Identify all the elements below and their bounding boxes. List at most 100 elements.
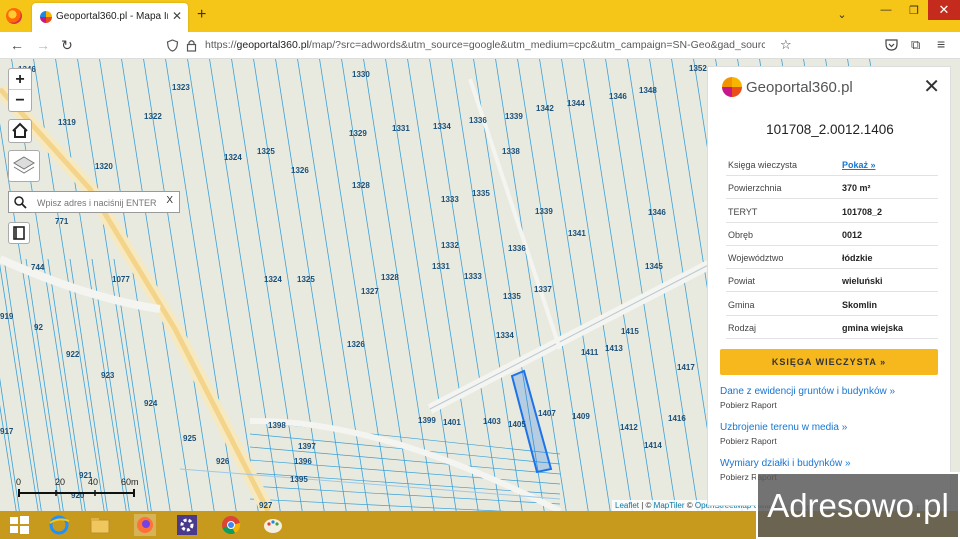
url-path: /map/?src=adwords&utm_source=google&utm_… bbox=[308, 39, 765, 51]
paint-icon[interactable] bbox=[262, 514, 284, 536]
egib-report-sub[interactable]: Pobierz Raport bbox=[720, 400, 777, 410]
parcel-number-label: 1342 bbox=[536, 104, 554, 113]
parcel-number-label: 927 bbox=[259, 501, 273, 510]
home-button[interactable] bbox=[8, 119, 32, 143]
parcel-boundary bbox=[561, 59, 633, 511]
parcel-boundary bbox=[99, 59, 171, 511]
parcel-number-label: 1345 bbox=[645, 262, 663, 271]
shield-icon[interactable] bbox=[166, 39, 179, 52]
utilities-report-sub[interactable]: Pobierz Raport bbox=[720, 436, 777, 446]
firefox-taskbar-icon[interactable] bbox=[134, 514, 156, 536]
maptiler-link[interactable]: MapTiler bbox=[654, 501, 685, 510]
info-row-obreb: Obręb 0012 bbox=[726, 223, 938, 246]
scale-label-20: 20 bbox=[55, 477, 66, 487]
parcel-number-label: 1348 bbox=[639, 86, 657, 95]
parcel-number-label: 1411 bbox=[581, 348, 599, 357]
show-kw-link[interactable]: Pokaż » bbox=[842, 160, 876, 170]
land-register-button[interactable]: KSIĘGA WIECZYSTA » bbox=[720, 349, 938, 375]
parcel-number-label: 1413 bbox=[605, 344, 623, 353]
tab-close-button[interactable]: ✕ bbox=[172, 9, 182, 23]
window-close-button[interactable]: ✕ bbox=[928, 0, 960, 20]
info-row-voivodeship: Województwo łódzkie bbox=[726, 246, 938, 269]
bookmark-star-icon[interactable]: ☆ bbox=[780, 37, 792, 53]
parcel-number-label: 1415 bbox=[621, 327, 639, 336]
url-bar[interactable]: https://geoportal360.pl/map/?src=adwords… bbox=[160, 35, 800, 56]
parcel-number-label: 923 bbox=[101, 371, 115, 380]
info-key: Księga wieczysta bbox=[728, 160, 798, 170]
parcel-number-label: 1395 bbox=[290, 475, 308, 484]
parcel-number-label: 1352 bbox=[689, 64, 707, 73]
minimize-button[interactable]: — bbox=[872, 4, 900, 16]
url-text: https://geoportal360.pl/map/?src=adwords… bbox=[205, 39, 765, 51]
extensions-icon[interactable]: ⧉ bbox=[911, 37, 920, 53]
info-row-area: Powierzchnia 370 m² bbox=[726, 176, 938, 199]
new-tab-button[interactable]: + bbox=[197, 6, 206, 24]
file-explorer-icon[interactable] bbox=[89, 514, 111, 536]
firefox-icon bbox=[6, 8, 22, 24]
parcel-number-label: 1326 bbox=[291, 166, 309, 175]
parcel-number-label: 1336 bbox=[469, 116, 487, 125]
restore-button[interactable]: ❐ bbox=[900, 4, 928, 17]
search-clear-button[interactable]: X bbox=[166, 195, 173, 206]
panel-brand: Geoportal360.pl bbox=[746, 79, 853, 96]
search-icon[interactable] bbox=[14, 196, 27, 209]
info-key: Województwo bbox=[728, 253, 784, 263]
panel-close-button[interactable]: ✕ bbox=[923, 77, 940, 97]
parcel-number-label: 926 bbox=[216, 457, 230, 466]
back-arrow-icon[interactable]: ← bbox=[8, 37, 26, 53]
parcel-number-label: 1335 bbox=[472, 189, 490, 198]
browser-tab-bar: Geoportal360.pl - Mapa Interakt ✕ + ⌄ — … bbox=[0, 0, 960, 32]
dimensions-report-link[interactable]: Wymiary działki i budynków » bbox=[720, 458, 851, 469]
parcel-number-label: 1323 bbox=[172, 83, 190, 92]
info-value: 101708_2 bbox=[842, 207, 883, 217]
parcel-boundary bbox=[209, 59, 281, 511]
parcel-number-label: 1339 bbox=[505, 112, 523, 121]
parcel-number-label: 917 bbox=[0, 427, 14, 436]
zoom-in-button[interactable]: + bbox=[9, 69, 31, 90]
leaflet-link[interactable]: Leaflet bbox=[615, 501, 639, 510]
parcel-number-label: 1412 bbox=[620, 423, 638, 432]
parcel-number-label: 1329 bbox=[349, 129, 367, 138]
parcel-number-label: 1397 bbox=[298, 442, 316, 451]
info-key: Obręb bbox=[728, 230, 754, 240]
parcel-number-label: 771 bbox=[55, 217, 69, 226]
pocket-icon[interactable] bbox=[885, 39, 898, 51]
lock-icon[interactable] bbox=[186, 39, 197, 52]
scale-label-0: 0 bbox=[16, 477, 22, 487]
info-key: Powiat bbox=[728, 276, 756, 286]
parcel-number-label: 1339 bbox=[535, 207, 553, 216]
tab-list-chevron-icon[interactable]: ⌄ bbox=[828, 8, 856, 21]
utilities-report-link[interactable]: Uzbrojenie terenu w media » bbox=[720, 422, 847, 433]
parcel-number-label: 1333 bbox=[464, 272, 482, 281]
browser-tab[interactable]: Geoportal360.pl - Mapa Interakt ✕ bbox=[32, 3, 188, 32]
chrome-icon[interactable] bbox=[220, 514, 242, 536]
forward-arrow-icon[interactable]: → bbox=[34, 37, 52, 53]
layers-button[interactable] bbox=[8, 150, 40, 182]
egib-report-link[interactable]: Dane z ewidencji gruntów i budynków » bbox=[720, 386, 895, 397]
info-key: Rodzaj bbox=[728, 323, 757, 333]
parcel-number-label: 1319 bbox=[58, 118, 76, 127]
info-value: 370 m² bbox=[842, 183, 871, 193]
parcel-number-label: 1322 bbox=[144, 112, 162, 121]
browser-nav-bar: ← → ↻ https://geoportal360.pl/map/?src=a… bbox=[0, 32, 960, 59]
internet-explorer-icon[interactable] bbox=[48, 514, 70, 536]
adresowo-watermark: Adresowo.pl bbox=[756, 472, 960, 539]
parcel-number-label: 1416 bbox=[668, 414, 686, 423]
info-row-kw: Księga wieczysta Pokaż » bbox=[726, 153, 938, 176]
parcel-number-label: 1401 bbox=[443, 418, 461, 427]
parcel-boundary bbox=[249, 498, 506, 511]
settings-gear-icon[interactable] bbox=[176, 514, 198, 536]
windows-start-icon[interactable] bbox=[8, 514, 30, 536]
parcel-number-label: 1399 bbox=[418, 416, 436, 425]
reload-icon[interactable]: ↻ bbox=[58, 37, 76, 54]
parcel-number-label: 92 bbox=[34, 323, 43, 332]
address-search-input[interactable] bbox=[37, 195, 162, 211]
url-domain: geoportal360.pl bbox=[236, 39, 309, 51]
legend-button[interactable] bbox=[8, 222, 30, 244]
parcel-number-label: 1414 bbox=[644, 441, 662, 450]
menu-hamburger-icon[interactable]: ≡ bbox=[937, 36, 945, 52]
zoom-out-button[interactable]: − bbox=[9, 90, 31, 111]
side-road-edge bbox=[429, 258, 721, 410]
attribution-separator: | © bbox=[639, 501, 654, 510]
parcel-number-label: 1331 bbox=[432, 262, 450, 271]
